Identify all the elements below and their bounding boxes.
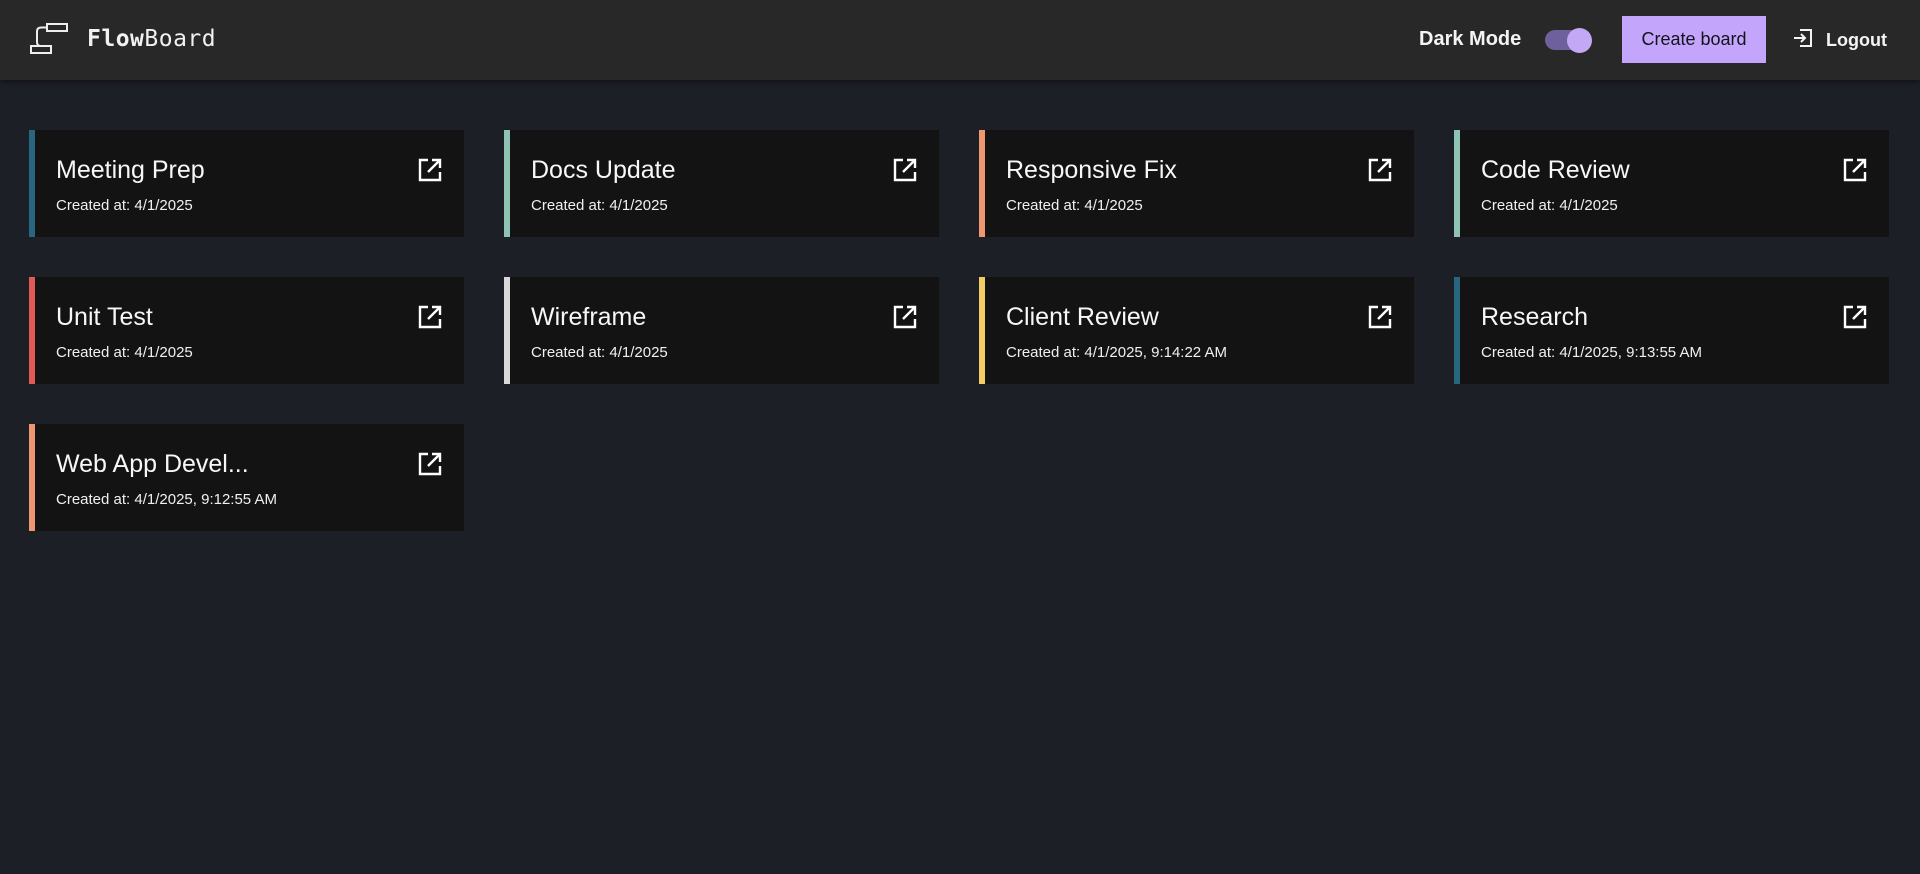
board-title: Meeting Prep	[56, 156, 205, 184]
board-created-date: Created at: 4/1/2025, 9:13:55 AM	[1481, 344, 1702, 361]
board-card[interactable]: Wireframe Created at: 4/1/2025	[504, 277, 939, 384]
board-title: Research	[1481, 303, 1588, 331]
board-title: Code Review	[1481, 156, 1630, 184]
board-created-date: Created at: 4/1/2025	[56, 197, 193, 214]
brand[interactable]: FlowBoard	[29, 22, 216, 56]
board-card[interactable]: Web App Devel... Created at: 4/1/2025, 9:…	[29, 424, 464, 531]
logout-label: Logout	[1826, 29, 1887, 50]
board-title: Web App Devel...	[56, 450, 249, 478]
open-external-icon[interactable]	[417, 157, 443, 183]
open-external-icon[interactable]	[1842, 304, 1868, 330]
flowboard-logo-icon	[29, 22, 69, 56]
logout-button[interactable]: Logout	[1792, 27, 1887, 53]
open-external-icon[interactable]	[1367, 304, 1393, 330]
board-created-date: Created at: 4/1/2025, 9:14:22 AM	[1006, 344, 1227, 361]
board-title: Wireframe	[531, 303, 647, 331]
board-title: Client Review	[1006, 303, 1159, 331]
board-card[interactable]: Code Review Created at: 4/1/2025	[1454, 130, 1889, 237]
top-navbar: FlowBoard Dark Mode Create board Logout	[0, 0, 1920, 80]
open-external-icon[interactable]	[417, 304, 443, 330]
board-card[interactable]: Docs Update Created at: 4/1/2025	[504, 130, 939, 237]
board-created-date: Created at: 4/1/2025	[531, 197, 668, 214]
app-name: FlowBoard	[87, 26, 217, 52]
board-title: Docs Update	[531, 156, 676, 184]
board-created-date: Created at: 4/1/2025, 9:12:55 AM	[56, 491, 277, 508]
logout-icon	[1792, 27, 1814, 54]
toggle-knob	[1567, 28, 1592, 53]
board-card[interactable]: Client Review Created at: 4/1/2025, 9:14:…	[979, 277, 1414, 384]
board-title: Responsive Fix	[1006, 156, 1177, 184]
board-created-date: Created at: 4/1/2025	[1006, 197, 1143, 214]
open-external-icon[interactable]	[1367, 157, 1393, 183]
board-created-date: Created at: 4/1/2025	[1481, 197, 1618, 214]
dark-mode-label: Dark Mode	[1419, 28, 1522, 50]
board-card[interactable]: Unit Test Created at: 4/1/2025	[29, 277, 464, 384]
board-card[interactable]: Responsive Fix Created at: 4/1/2025	[979, 130, 1414, 237]
board-created-date: Created at: 4/1/2025	[56, 344, 193, 361]
board-card[interactable]: Meeting Prep Created at: 4/1/2025	[29, 130, 464, 237]
open-external-icon[interactable]	[892, 157, 918, 183]
open-external-icon[interactable]	[417, 451, 443, 477]
board-created-date: Created at: 4/1/2025	[531, 344, 668, 361]
dark-mode-toggle[interactable]	[1545, 28, 1592, 53]
open-external-icon[interactable]	[1842, 157, 1868, 183]
board-card[interactable]: Research Created at: 4/1/2025, 9:13:55 AM	[1454, 277, 1889, 384]
create-board-button[interactable]: Create board	[1622, 16, 1766, 63]
board-title: Unit Test	[56, 303, 153, 331]
open-external-icon[interactable]	[892, 304, 918, 330]
